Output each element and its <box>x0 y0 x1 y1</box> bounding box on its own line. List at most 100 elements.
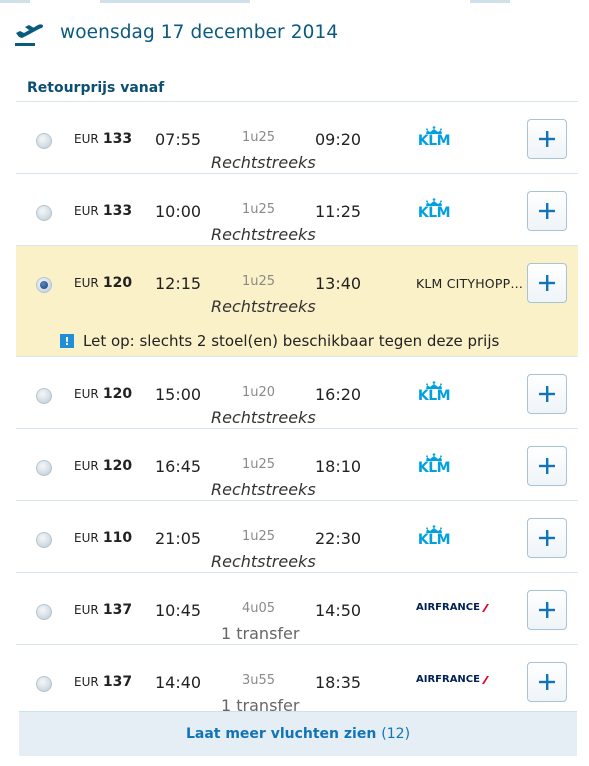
flight-radio[interactable] <box>36 388 52 404</box>
flight-price: EUR 110 <box>74 530 132 546</box>
flight-price: EUR 120 <box>74 275 132 291</box>
flight-radio[interactable] <box>36 604 52 620</box>
arrival-time: 14:50 <box>315 601 362 620</box>
klm-logo: KLM <box>416 381 452 403</box>
show-more-label: Laat meer vluchten zien <box>185 726 377 742</box>
show-more-count: (12) <box>381 726 411 742</box>
date-header: woensdag 17 december 2014 <box>12 14 338 50</box>
arrival-time: 16:20 <box>315 385 362 404</box>
flight-duration: 3u55 <box>242 673 276 688</box>
airline-name: KLM <box>417 133 451 149</box>
flight-row[interactable]: EUR 137 14:40 3u55 18:35 1 transfer AIRF… <box>16 644 578 716</box>
plus-icon <box>539 602 555 618</box>
price-amount: 120 <box>102 275 133 291</box>
flight-duration: 1u25 <box>242 529 276 544</box>
route-type: Rechtstreeks <box>211 225 316 244</box>
departure-time: 16:45 <box>155 457 202 476</box>
klm-logo: KLM <box>416 453 452 475</box>
add-flight-button[interactable] <box>527 263 567 303</box>
departure-time: 15:00 <box>155 385 202 404</box>
plus-icon <box>539 131 555 147</box>
flight-row[interactable]: EUR 133 10:00 1u25 11:25 Rechtstreeks KL… <box>16 173 578 245</box>
arrival-time: 09:20 <box>315 130 362 149</box>
arrival-time: 22:30 <box>315 529 362 548</box>
availability-warning: ! Let op: slechts 2 stoel(en) beschikbaa… <box>60 332 499 350</box>
route-type: Rechtstreeks <box>211 297 316 316</box>
airline-name: KLM <box>417 532 451 548</box>
add-flight-button[interactable] <box>527 662 567 702</box>
flight-duration: 4u05 <box>242 601 276 616</box>
flight-radio[interactable] <box>36 460 52 476</box>
flight-price: EUR 137 <box>74 602 132 618</box>
price-amount: 120 <box>102 386 133 402</box>
airfrance-logo: AIRFRANCE <box>416 674 490 685</box>
flight-row[interactable]: EUR 133 07:55 1u25 09:20 Rechtstreeks KL… <box>16 101 578 173</box>
klm-logo: KLM <box>416 525 452 547</box>
arrival-time: 18:10 <box>315 457 362 476</box>
plus-icon <box>539 275 555 291</box>
add-flight-button[interactable] <box>527 374 567 414</box>
flight-row[interactable]: EUR 120 16:45 1u25 18:10 Rechtstreeks KL… <box>16 428 578 500</box>
airline-name: KLM <box>417 388 451 404</box>
flight-price: EUR 120 <box>74 458 132 474</box>
add-flight-button[interactable] <box>527 518 567 558</box>
price-amount: 133 <box>102 131 133 147</box>
airfrance-stripe-icon <box>481 675 489 684</box>
arrival-time: 13:40 <box>315 274 362 293</box>
flight-radio[interactable] <box>36 133 52 149</box>
price-amount: 110 <box>102 530 133 546</box>
price-currency: EUR <box>74 459 99 473</box>
departure-time: 10:45 <box>155 601 202 620</box>
show-more-button[interactable]: Laat meer vluchten zien (12) <box>19 711 577 756</box>
price-currency: EUR <box>74 387 99 401</box>
flight-price: EUR 133 <box>74 203 132 219</box>
flight-radio[interactable] <box>36 676 52 692</box>
departure-time: 21:05 <box>155 529 202 548</box>
airline-name: KLM CITYHOPP… <box>416 276 524 291</box>
top-border <box>0 0 589 3</box>
price-currency: EUR <box>74 132 99 146</box>
flight-duration: 1u25 <box>242 130 276 145</box>
route-type: Rechtstreeks <box>211 552 316 571</box>
airline-name: AIRFRANCE <box>416 602 480 613</box>
departure-time: 10:00 <box>155 202 202 221</box>
warning-text: Let op: slechts 2 stoel(en) beschikbaar … <box>83 332 500 350</box>
plus-icon <box>539 386 555 402</box>
flight-row[interactable]: EUR 120 12:15 1u25 13:40 Rechtstreeks KL… <box>16 245 578 356</box>
flight-duration: 1u25 <box>242 457 276 472</box>
price-amount: 133 <box>102 203 133 219</box>
airfrance-logo: AIRFRANCE <box>416 602 490 613</box>
airfrance-stripe-icon <box>481 603 489 612</box>
price-currency: EUR <box>74 276 99 290</box>
airline-name: KLM <box>417 460 451 476</box>
flight-duration: 1u20 <box>242 385 276 400</box>
klm-logo: KLM <box>416 126 452 148</box>
klm-logo: KLM <box>416 198 452 220</box>
flight-row[interactable]: EUR 120 15:00 1u20 16:20 Rechtstreeks KL… <box>16 356 578 428</box>
departure-time: 07:55 <box>155 130 202 149</box>
plane-departure-icon <box>15 24 43 46</box>
plus-icon <box>539 203 555 219</box>
flight-duration: 1u25 <box>242 274 276 289</box>
route-type: Rechtstreeks <box>211 408 316 427</box>
price-currency: EUR <box>74 531 99 545</box>
flight-radio[interactable] <box>36 205 52 221</box>
route-type: 1 transfer <box>221 624 300 643</box>
flight-radio[interactable] <box>36 532 52 548</box>
flight-duration: 1u25 <box>242 202 276 217</box>
add-flight-button[interactable] <box>527 446 567 486</box>
airline-name: KLM <box>417 205 451 221</box>
add-flight-button[interactable] <box>527 590 567 630</box>
plus-icon <box>539 530 555 546</box>
page-title: woensdag 17 december 2014 <box>60 21 339 43</box>
flight-row[interactable]: EUR 137 10:45 4u05 14:50 1 transfer AIRF… <box>16 572 578 644</box>
price-amount: 120 <box>102 458 133 474</box>
add-flight-button[interactable] <box>527 191 567 231</box>
plus-icon <box>539 458 555 474</box>
flight-price: EUR 137 <box>74 674 132 690</box>
flight-radio[interactable] <box>36 277 52 293</box>
airline-name: AIRFRANCE <box>416 674 480 685</box>
flight-price: EUR 120 <box>74 386 132 402</box>
flight-row[interactable]: EUR 110 21:05 1u25 22:30 Rechtstreeks KL… <box>16 500 578 572</box>
add-flight-button[interactable] <box>527 119 567 159</box>
